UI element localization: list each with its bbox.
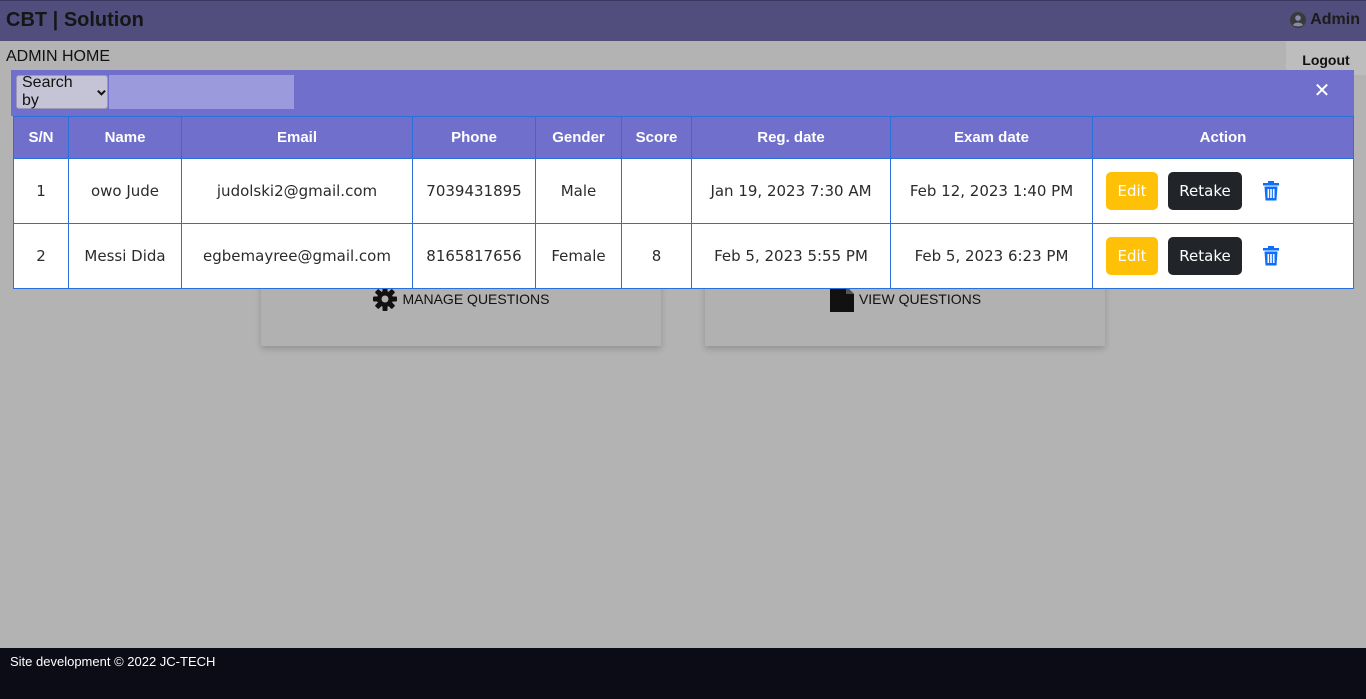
header-reg-date[interactable]: Reg. date <box>691 116 891 159</box>
header-action: Action <box>1092 116 1354 159</box>
cell-score <box>621 158 692 224</box>
view-questions-label: VIEW QUESTIONS <box>858 291 982 307</box>
cell-exam-date: Feb 5, 2023 6:23 PM <box>890 223 1093 289</box>
cell-actions: Edit Retake <box>1092 223 1354 289</box>
table-row: 1 owo Jude judolski2@gmail.com 703943189… <box>13 158 1354 224</box>
cell-score: 8 <box>621 223 692 289</box>
table-row: 2 Messi Dida egbemayree@gmail.com 816581… <box>13 223 1354 289</box>
trash-icon[interactable] <box>1262 181 1280 201</box>
retake-button[interactable]: Retake <box>1168 172 1242 210</box>
brand-title[interactable]: CBT | Solution <box>6 9 144 32</box>
footer-copyright: Site development © 2022 JC-TECH <box>10 654 216 669</box>
user-circle-icon <box>1290 12 1307 28</box>
cell-phone: 7039431895 <box>412 158 536 224</box>
cell-reg-date: Feb 5, 2023 5:55 PM <box>691 223 891 289</box>
retake-button[interactable]: Retake <box>1168 237 1242 275</box>
edit-button[interactable]: Edit <box>1106 237 1158 275</box>
search-input[interactable] <box>109 75 294 109</box>
cell-sn: 2 <box>13 223 69 289</box>
chevron-down-icon <box>97 89 106 96</box>
cell-email: egbemayree@gmail.com <box>181 223 413 289</box>
cell-reg-date: Jan 19, 2023 7:30 AM <box>691 158 891 224</box>
cell-sn: 1 <box>13 158 69 224</box>
header-phone[interactable]: Phone <box>412 116 536 159</box>
document-icon <box>829 286 854 312</box>
page-footer: Site development © 2022 JC-TECH <box>0 648 1366 699</box>
cell-email: judolski2@gmail.com <box>181 158 413 224</box>
gear-icon <box>373 287 398 311</box>
close-icon[interactable]: ✕ <box>1312 80 1332 102</box>
trash-icon[interactable] <box>1262 246 1280 266</box>
students-table: S/N Name Email Phone Gender Score Reg. d… <box>13 116 1354 289</box>
cell-exam-date: Feb 12, 2023 1:40 PM <box>890 158 1093 224</box>
cell-name: Messi Dida <box>68 223 182 289</box>
edit-button[interactable]: Edit <box>1106 172 1158 210</box>
manage-questions-label: MANAGE QUESTIONS <box>402 291 550 307</box>
students-table-container: S/N Name Email Phone Gender Score Reg. d… <box>13 116 1354 289</box>
table-header-row: S/N Name Email Phone Gender Score Reg. d… <box>13 116 1354 159</box>
search-by-label: Search by <box>22 74 73 109</box>
header-exam-date[interactable]: Exam date <box>890 116 1093 159</box>
admin-user-menu[interactable]: Admin <box>1290 11 1360 29</box>
cell-gender: Female <box>535 223 622 289</box>
cell-name: owo Jude <box>68 158 182 224</box>
search-modal-header: Search by ✕ <box>11 70 1354 116</box>
header-email[interactable]: Email <box>181 116 413 159</box>
header-score[interactable]: Score <box>621 116 692 159</box>
header-name[interactable]: Name <box>68 116 182 159</box>
page-title: ADMIN HOME <box>6 48 110 65</box>
admin-user-label: Admin <box>1310 11 1360 28</box>
cell-phone: 8165817656 <box>412 223 536 289</box>
header-sn[interactable]: S/N <box>13 116 69 159</box>
header-gender[interactable]: Gender <box>535 116 622 159</box>
cell-actions: Edit Retake <box>1092 158 1354 224</box>
sub-header: ADMIN HOME Logout <box>0 41 1366 75</box>
cell-gender: Male <box>535 158 622 224</box>
top-navbar: CBT | Solution Admin <box>0 0 1366 41</box>
search-by-select[interactable]: Search by <box>16 74 108 109</box>
